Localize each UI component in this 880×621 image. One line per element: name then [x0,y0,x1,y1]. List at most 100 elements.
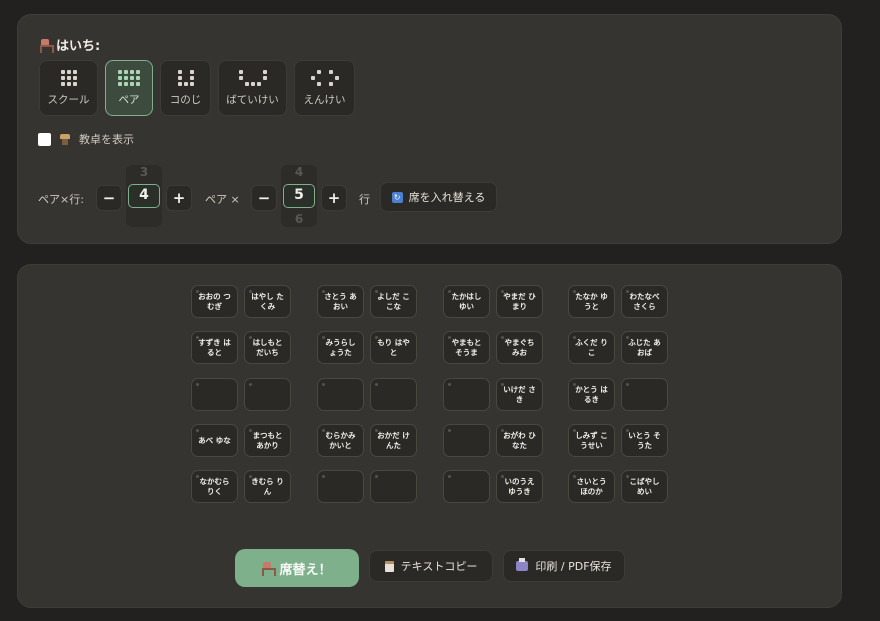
seat[interactable]: さとう あおい [317,285,364,318]
seat-student-name: さいとう ほのか [576,476,607,496]
layout-school-button[interactable]: スクール [39,60,98,116]
seat-student-name: なかむら りく [199,476,230,496]
seat[interactable]: あべ ゆな [191,424,238,457]
show-desk-checkbox[interactable] [38,132,51,146]
seat[interactable]: やまもと そうま [443,331,490,364]
seat-student-name: ふくだ りこ [575,337,608,357]
seat-student-name: いとう そうた [628,430,661,450]
seat-student-name: おおの つむぎ [198,291,231,311]
empty-seat[interactable] [317,470,364,503]
pairs-minus-button[interactable]: − [251,185,277,211]
seat[interactable]: いけだ さき [496,378,543,411]
seat[interactable]: むらかみ かいと [317,424,364,457]
seat-student-name: はやし たくみ [251,291,284,311]
seat-student-name: しみず こうせい [575,430,608,450]
seat[interactable]: さいとう ほのか [568,470,615,503]
seat[interactable]: わたなべ さくら [621,285,668,318]
seat-student-name: かとう はるき [575,384,608,404]
rows-prev-value: 3 [139,165,149,179]
seat-student-name: みうらし ょうた [325,337,356,357]
pairs-prev-value: 4 [294,165,304,179]
layout-label: スクール [47,93,90,106]
seat-student-name: はしもと だいち [252,337,283,357]
show-desk-row: 教卓を表示 [38,131,134,147]
copy-label: テキストコピー [400,560,478,573]
text-copy-button[interactable]: テキストコピー [369,550,493,582]
pairs-value[interactable]: 5 [283,184,315,208]
seat[interactable]: みうらし ょうた [317,331,364,364]
rows-wheel[interactable]: 3 4 [126,165,162,227]
seat[interactable]: おがわ ひなた [496,424,543,457]
seat[interactable]: しみず こうせい [568,424,615,457]
seat[interactable]: おかだ けんた [370,424,417,457]
rows-minus-button[interactable]: − [96,185,122,211]
rows-plus-button[interactable]: + [166,185,192,211]
seat-student-name: おがわ ひなた [503,430,536,450]
seat-student-name: きむら りん [251,476,284,496]
pairs-next-value: 6 [294,212,304,226]
seat-student-name: よしだ ここな [377,291,410,311]
empty-seat[interactable] [443,378,490,411]
seat-student-name: すずき はると [198,337,231,357]
seat[interactable]: まつもと あかり [244,424,291,457]
layout-label: ばていけい [226,93,279,106]
seat[interactable]: よしだ ここな [370,285,417,318]
empty-seat[interactable] [621,378,668,411]
seat-student-name: やまぐち みお [504,337,535,357]
pair-grid-icon [118,69,140,86]
shuffle-seats-button[interactable]: ↻ 席を入れ替える [380,182,497,212]
seat[interactable]: やまぐち みお [496,331,543,364]
seat[interactable]: やまだ ひまり [496,285,543,318]
seat[interactable]: なかむら りく [191,470,238,503]
seat[interactable]: はしもと だいち [244,331,291,364]
layout-title: はいち: [56,39,101,54]
show-desk-label: 教卓を表示 [79,133,134,146]
seat-student-name: あべ ゆな [198,435,231,445]
seat[interactable]: たかはし ゆい [443,285,490,318]
empty-seat[interactable] [191,378,238,411]
settings-panel: はいち: スクール ペア コのじ ばていけい えんけい 教卓を表示 ペア×行: … [17,14,842,244]
empty-seat[interactable] [317,378,364,411]
empty-seat[interactable] [443,470,490,503]
empty-seat[interactable] [370,470,417,503]
seat[interactable]: はやし たくみ [244,285,291,318]
seat-student-name: わたなべ さくら [629,291,660,311]
pairs-wheel[interactable]: 4 5 6 [281,165,317,227]
pairs-plus-button[interactable]: + [321,185,347,211]
layout-pair-button[interactable]: ペア [105,60,153,116]
shuffle-go-button[interactable]: 席替え！ [235,549,359,587]
seat[interactable]: きむら りん [244,470,291,503]
rows-label: ペア×行: [38,193,84,206]
seat-student-name: むらかみ かいと [325,430,356,450]
seat-student-name: まつもと あかり [252,430,283,450]
seat[interactable]: ふじた あおば [621,331,668,364]
horseshoe-icon [238,69,267,86]
seat[interactable]: すずき はると [191,331,238,364]
seat[interactable]: ふくだ りこ [568,331,615,364]
seat-student-name: やまだ ひまり [503,291,536,311]
circle-icon [310,69,339,86]
print-pdf-button[interactable]: 印刷 / PDF保存 [503,550,625,582]
seat[interactable]: いとう そうた [621,424,668,457]
seat-student-name: いけだ さき [503,384,536,404]
seat[interactable]: もり はやと [370,331,417,364]
empty-seat[interactable] [244,378,291,411]
layout-horseshoe-button[interactable]: ばていけい [218,60,287,116]
seat[interactable]: こばやし めい [621,470,668,503]
seat-student-name: おかだ けんた [377,430,410,450]
empty-seat[interactable] [370,378,417,411]
layout-circle-button[interactable]: えんけい [294,60,355,116]
layout-u-shape-button[interactable]: コのじ [160,60,211,116]
empty-seat[interactable] [443,424,490,457]
seat-student-name: さとう あおい [324,291,357,311]
seat-student-name: ふじた あおば [628,337,661,357]
seat[interactable]: かとう はるき [568,378,615,411]
seat-student-name: いのうえ ゆうき [504,476,535,496]
seat[interactable]: いのうえ ゆうき [496,470,543,503]
seat[interactable]: たなか ゆうと [568,285,615,318]
seat[interactable]: おおの つむぎ [191,285,238,318]
layout-label: ペア [118,93,140,106]
pairs-label: ペア × [205,193,240,206]
rows-value[interactable]: 4 [128,184,160,208]
layout-label: えんけい [303,93,346,106]
